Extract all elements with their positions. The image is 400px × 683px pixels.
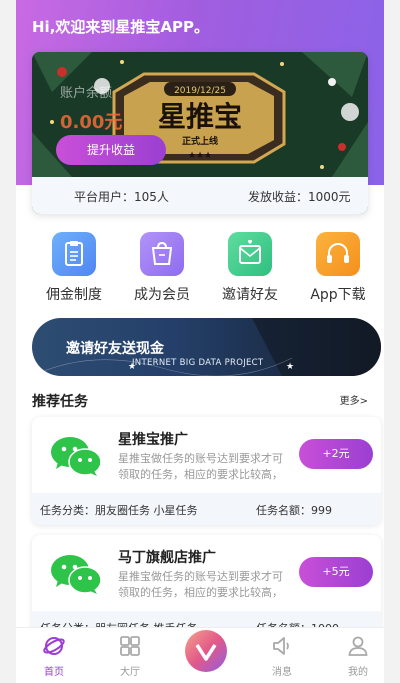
- quick-action-label: App下载: [310, 287, 366, 303]
- platform-stats: 平台用户：105人 发放收益：1000元: [32, 177, 368, 214]
- center-action-button[interactable]: [185, 630, 227, 672]
- mail-heart-icon: [228, 232, 272, 276]
- nav-mine[interactable]: 我的: [332, 634, 384, 678]
- nav-home[interactable]: 首页: [28, 634, 80, 678]
- invite-banner-title: 邀请好友送现金: [66, 341, 164, 357]
- banner-brand: 星推宝: [158, 100, 242, 133]
- user-icon: [348, 636, 368, 656]
- nav-label: 消息: [272, 667, 292, 678]
- quick-action-label: 佣金制度: [46, 287, 102, 303]
- quick-action-label: 成为会员: [134, 287, 190, 303]
- grid-icon: [120, 636, 140, 656]
- task-quota: 任务名额：999: [256, 504, 332, 517]
- payout-total: 发放收益：1000元: [248, 190, 351, 204]
- more-tasks-link[interactable]: 更多>: [340, 392, 368, 407]
- clipboard-icon: [52, 232, 96, 276]
- task-category: 任务分类：朋友圈任务 小星任务: [40, 504, 198, 517]
- balance-value: 0.00元: [60, 112, 123, 133]
- bottom-nav: 首页 大厅 消息 我的: [16, 627, 384, 683]
- invite-banner-subtitle: INTERNET BIG DATA PROJECT: [132, 358, 264, 368]
- wechat-icon: [51, 555, 102, 594]
- headset-icon: [316, 232, 360, 276]
- app-screen: Hi,欢迎来到星推宝APP。 2019/12/25 星推宝 正式上线 ★ ★ ★ 账…: [16, 0, 384, 683]
- quick-action-commission[interactable]: 佣金制度: [34, 232, 114, 304]
- nav-messages[interactable]: 消息: [256, 634, 308, 678]
- svg-text:★: ★: [286, 362, 294, 372]
- nav-label: 首页: [44, 667, 64, 678]
- task-footer: 任务分类：朋友圈任务 小星任务 任务名额：999: [32, 493, 381, 525]
- recommended-tasks-title: 推荐任务: [32, 394, 88, 410]
- banner-subtitle: 正式上线: [182, 135, 218, 147]
- task-title: 马丁旗舰店推广: [118, 550, 216, 566]
- platform-users: 平台用户：105人: [74, 190, 169, 204]
- greeting-text: Hi,欢迎来到星推宝APP。: [32, 18, 209, 36]
- task-title: 星推宝推广: [118, 432, 188, 448]
- task-description: 星推宝做任务的账号达到要求才可领取的任务，相应的要求比较高，: [118, 452, 283, 481]
- svg-text:★: ★: [188, 151, 196, 161]
- svg-text:★: ★: [204, 151, 212, 161]
- quick-action-membership[interactable]: 成为会员: [122, 232, 202, 304]
- task-description: 星推宝做任务的账号达到要求才可领取的任务，相应的要求比较高，: [118, 570, 283, 599]
- invite-friends-banner[interactable]: ★ ★ 邀请好友送现金 INTERNET BIG DATA PROJECT: [32, 318, 381, 376]
- boost-earnings-button[interactable]: 提升收益: [56, 135, 166, 165]
- nav-label: 我的: [348, 667, 368, 678]
- quick-action-app-download[interactable]: App下载: [298, 232, 378, 304]
- speaker-icon: [273, 637, 289, 655]
- svg-text:★: ★: [196, 151, 204, 161]
- task-reward-button[interactable]: +2元: [299, 439, 373, 469]
- balance-label: 账户余额: [60, 86, 113, 101]
- v-logo-icon: [195, 644, 217, 661]
- quick-action-invite[interactable]: 邀请好友: [210, 232, 290, 304]
- nav-hall[interactable]: 大厅: [104, 634, 156, 678]
- promo-banner[interactable]: 2019/12/25 星推宝 正式上线 ★ ★ ★ 账户余额 0.00元 提升收益 …: [32, 52, 368, 214]
- banner-date: 2019/12/25: [174, 86, 226, 96]
- task-card[interactable]: 星推宝推广 星推宝做任务的账号达到要求才可领取的任务，相应的要求比较高， +2元…: [32, 417, 381, 525]
- nav-label: 大厅: [120, 667, 140, 678]
- wechat-icon: [51, 437, 102, 476]
- task-reward-button[interactable]: +5元: [299, 557, 373, 587]
- quick-action-label: 邀请好友: [222, 287, 278, 303]
- planet-icon: [43, 637, 65, 655]
- shopping-bag-icon: [140, 232, 184, 276]
